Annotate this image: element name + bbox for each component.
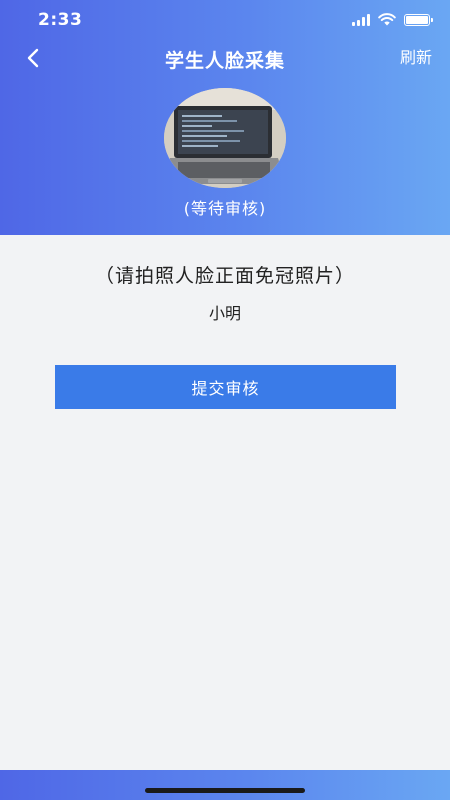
wifi-icon: [378, 13, 396, 26]
bottom-bar: [0, 770, 450, 800]
face-photo-image: [164, 88, 286, 188]
submit-review-button[interactable]: 提交审核: [55, 365, 396, 409]
face-photo-avatar[interactable]: [164, 88, 286, 188]
status-bar: 2:33: [0, 0, 450, 40]
home-indicator[interactable]: [145, 788, 305, 793]
status-time: 2:33: [38, 10, 83, 30]
refresh-button[interactable]: 刷新: [400, 44, 432, 68]
battery-icon: [404, 13, 433, 26]
status-icons: [352, 13, 433, 26]
cellular-signal-icon: [352, 13, 370, 26]
page-title: 学生人脸采集: [164, 50, 285, 72]
photo-instruction-text: （请拍照人脸正面免冠照片）: [94, 265, 355, 287]
student-name: 小明: [208, 304, 241, 323]
review-status-label: (等待审核): [183, 199, 267, 218]
